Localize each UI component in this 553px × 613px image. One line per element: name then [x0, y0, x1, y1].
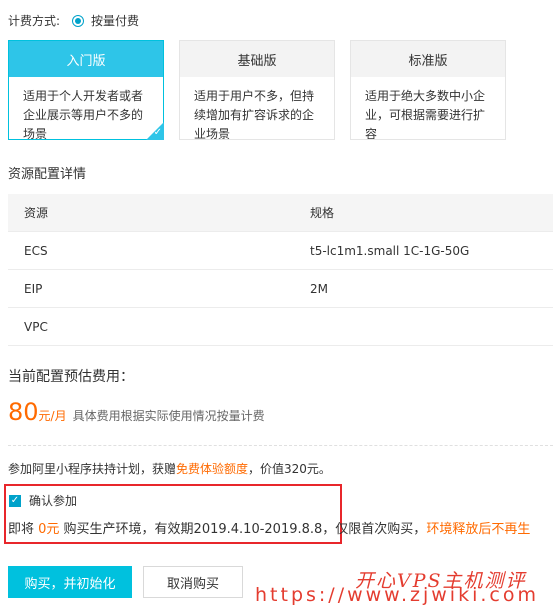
resource-cell: ECS: [24, 243, 48, 258]
checkmark-icon: ✓: [153, 127, 162, 138]
spec-cell: t5-lc1m1.small 1C-1G-50G: [310, 243, 470, 258]
watermark-url: https://www.zjwiki.com: [255, 584, 539, 606]
resource-cell: EIP: [24, 281, 43, 296]
pay-as-you-go-label[interactable]: 按量付费: [91, 12, 139, 29]
billing-method-label: 计费方式:: [8, 14, 61, 28]
confirm-label[interactable]: 确认参加: [29, 492, 77, 509]
resource-section-title: 资源配置详情: [8, 167, 87, 182]
plan-description: 适用于个人开发者或者企业展示等用户不多的场景: [23, 89, 144, 139]
price-amount: 80: [8, 398, 39, 426]
price-note: 具体费用根据实际使用情况按量计费: [72, 409, 265, 423]
promo-text: 参加阿里小程序扶持计划，获赠免费体验额度，价值320元。: [8, 460, 331, 477]
offer-warning: 环境释放后不再生: [426, 522, 531, 537]
offer-text: 即将 0元 购买生产环境，有效期2019.4.10-2019.8.8，仅限首次购…: [8, 518, 530, 537]
price-display: 80 元/月 具体费用根据实际使用情况按量计费: [8, 398, 265, 426]
table-row: EIP 2M: [8, 270, 553, 308]
offer-price: 0元: [38, 522, 60, 537]
cancel-purchase-button[interactable]: 取消购买: [143, 566, 243, 598]
table-row: ECS t5-lc1m1.small 1C-1G-50G: [8, 232, 553, 270]
watermark: 开心VPS主机测评 https://www.zjwiki.com: [255, 566, 550, 610]
spec-cell: 2M: [310, 281, 328, 296]
plan-name: 基础版: [180, 41, 334, 77]
pay-as-you-go-radio[interactable]: [72, 14, 85, 27]
confirm-participation[interactable]: ✓ 确认参加: [9, 492, 77, 509]
plan-name: 标准版: [351, 41, 505, 77]
promo-suffix: ，价值320元。: [248, 462, 331, 476]
header-resource: 资源: [24, 206, 49, 220]
resource-cell: VPC: [24, 319, 48, 334]
plan-card-starter[interactable]: 入门版 适用于个人开发者或者企业展示等用户不多的场景 ✓: [8, 40, 164, 140]
table-header-row: 资源 规格: [8, 194, 553, 232]
offer-prefix: 即将: [8, 522, 39, 537]
plan-name: 入门版: [9, 41, 163, 77]
header-spec: 规格: [310, 206, 335, 220]
plan-description: 适用于绝大多数中小企业，可根据需要进行扩容: [365, 89, 486, 139]
divider: [8, 445, 553, 446]
promo-highlight: 免费体验额度: [176, 462, 249, 476]
billing-method-row: 计费方式: 按量付费: [8, 12, 139, 29]
radio-dot-icon: [75, 17, 82, 24]
resource-table: 资源 规格 ECS t5-lc1m1.small 1C-1G-50G EIP 2…: [8, 194, 553, 346]
price-unit: 元/月: [38, 409, 67, 423]
plan-card-basic[interactable]: 基础版 适用于用户不多，但持续增加有扩容诉求的企业场景: [179, 40, 335, 140]
plan-card-standard[interactable]: 标准版 适用于绝大多数中小企业，可根据需要进行扩容: [350, 40, 506, 140]
buy-and-init-button[interactable]: 购买，并初始化: [8, 566, 132, 598]
estimate-title: 当前配置预估费用：: [8, 369, 134, 385]
confirm-checkbox[interactable]: ✓: [9, 494, 21, 507]
promo-prefix: 参加阿里小程序扶持计划，获赠: [8, 462, 177, 476]
table-row: VPC: [8, 308, 553, 346]
offer-middle: 购买生产环境，有效期2019.4.10-2019.8.8，仅限首次购买，: [59, 522, 427, 537]
plan-description: 适用于用户不多，但持续增加有扩容诉求的企业场景: [194, 89, 315, 139]
